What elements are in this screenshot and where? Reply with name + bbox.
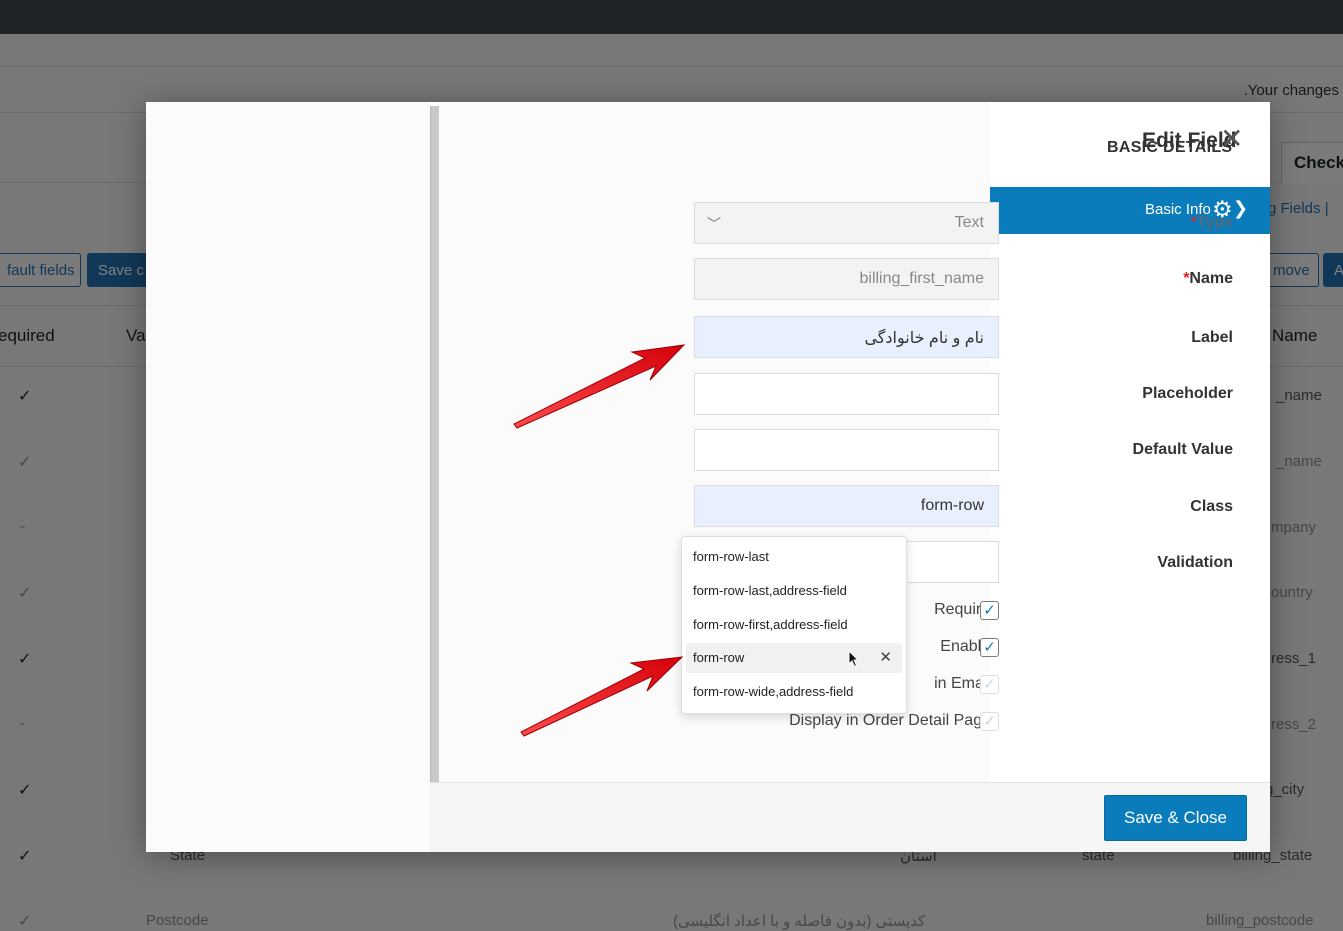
modal-footer: Save & Close <box>430 782 1270 852</box>
field-label-type: *Type <box>1190 214 1233 231</box>
name-field[interactable]: billing_first_name <box>694 258 999 300</box>
order-detail-checkbox[interactable]: ✓ <box>980 712 999 731</box>
save-and-close-button[interactable]: Save & Close <box>1104 795 1247 841</box>
modal-side-panel <box>146 102 430 852</box>
chevron-down-icon: ﹀ <box>707 216 721 232</box>
section-title: BASIC DETAILS <box>1107 139 1233 156</box>
type-select[interactable]: ﹀ Text <box>694 202 999 244</box>
dropdown-option[interactable]: form-row-last,address-field <box>686 576 902 606</box>
checkbox-label-order-detail: Display in Order Detail Pages <box>789 712 999 729</box>
dropdown-option[interactable]: form-row-first,address-field <box>686 610 902 640</box>
dropdown-option[interactable]: form-row-wide,address-field <box>686 677 902 707</box>
edit-field-modal: Save & Close Basic Info ⚙ ❯ Edit Field B… <box>146 102 1270 852</box>
placeholder-field[interactable] <box>694 373 999 415</box>
required-checkbox[interactable]: ✓ <box>980 601 999 620</box>
scrollbar[interactable] <box>430 106 439 782</box>
emails-checkbox[interactable]: ✓ <box>980 675 999 694</box>
remove-option-icon[interactable]: ✕ <box>879 648 892 666</box>
class-dropdown-menu: form-row-last form-row-last,address-fiel… <box>681 536 907 714</box>
field-label-validation: Validation <box>1157 554 1233 571</box>
label-field[interactable]: نام و نام خانوادگی <box>694 316 999 358</box>
field-label-name: *Name <box>1183 270 1233 287</box>
mouse-cursor-icon <box>848 650 860 668</box>
dropdown-option-selected[interactable]: form-row ✕ <box>686 643 902 673</box>
dropdown-option[interactable]: form-row-last <box>686 542 902 572</box>
admin-bar <box>0 0 1343 34</box>
field-label-default-value: Default Value <box>1132 441 1233 458</box>
enabled-checkbox[interactable]: ✓ <box>980 638 999 657</box>
chevron-right-icon: ❯ <box>1233 198 1249 218</box>
field-label-class: Class <box>1190 498 1233 515</box>
close-icon[interactable]: ✕ <box>1220 122 1243 155</box>
default-value-field[interactable] <box>694 429 999 471</box>
field-label-placeholder: Placeholder <box>1142 385 1233 402</box>
class-field[interactable]: form-row <box>694 485 999 527</box>
field-label-label: Label <box>1191 329 1233 346</box>
dropdown-option-label: form-row <box>693 650 745 665</box>
